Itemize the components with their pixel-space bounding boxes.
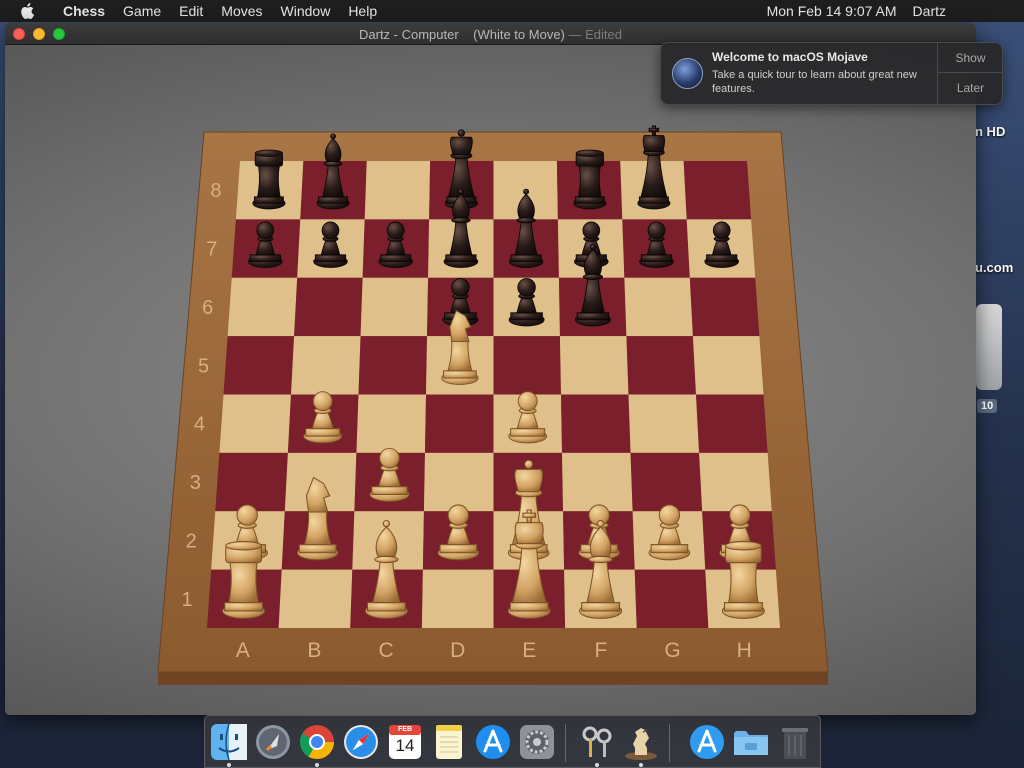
- chess-icon[interactable]: [621, 722, 661, 762]
- board-square[interactable]: [223, 336, 295, 395]
- app-store-download-icon[interactable]: [687, 722, 727, 762]
- file-label: C: [378, 639, 393, 662]
- desktop-item-label-hd[interactable]: n HD: [975, 124, 1005, 139]
- calendar-icon[interactable]: FEB 14: [385, 722, 425, 762]
- board-square[interactable]: [423, 452, 494, 512]
- board-square[interactable]: [360, 277, 429, 337]
- board-square[interactable]: [634, 569, 709, 628]
- dock: FEB 14: [204, 715, 821, 768]
- system-preferences-icon[interactable]: [517, 722, 557, 762]
- launchpad-icon[interactable]: [253, 722, 293, 762]
- desktop-badge: 10: [977, 399, 998, 413]
- board-square[interactable]: [689, 277, 760, 337]
- board-square[interactable]: [626, 336, 696, 395]
- board-square[interactable]: [227, 277, 298, 337]
- board-square[interactable]: [493, 336, 562, 395]
- rank-label: 5: [198, 355, 209, 377]
- chess-running-indicator: [639, 763, 643, 767]
- board-square[interactable]: [696, 394, 768, 453]
- board-frame-edge: [158, 672, 828, 685]
- notification-title: Welcome to macOS Mojave: [712, 50, 868, 64]
- board-square[interactable]: [559, 336, 629, 395]
- rank-label: 7: [206, 239, 217, 261]
- rank-label: 8: [210, 180, 221, 202]
- notification-center-icon[interactable]: [994, 3, 1010, 19]
- menu-game[interactable]: Game: [114, 3, 170, 19]
- menu-bar: Chess Game Edit Moves Window Help Mon Fe…: [0, 0, 1024, 22]
- board-square[interactable]: [356, 394, 426, 453]
- menu-chess[interactable]: Chess: [54, 3, 114, 19]
- board-square[interactable]: [219, 394, 291, 453]
- eject-icon[interactable]: [735, 3, 751, 19]
- window-title-edited: — Edited: [568, 27, 622, 42]
- board-square[interactable]: [624, 277, 693, 337]
- rank-label: 4: [194, 414, 205, 436]
- file-label: F: [595, 639, 608, 662]
- file-label: H: [737, 639, 752, 662]
- dock-separator: [565, 724, 566, 762]
- mojave-icon: [672, 58, 703, 89]
- board-square[interactable]: [364, 161, 431, 220]
- calendar-month: FEB: [398, 726, 412, 733]
- menu-help[interactable]: Help: [339, 3, 386, 19]
- folder-icon[interactable]: [731, 722, 771, 762]
- file-label: A: [236, 639, 250, 662]
- finder-running-indicator: [227, 763, 231, 767]
- board-square[interactable]: [561, 394, 631, 453]
- rank-label: 1: [182, 589, 193, 611]
- apple-menu-icon[interactable]: [20, 3, 34, 19]
- spotlight-search-icon[interactable]: [962, 3, 978, 19]
- board-square[interactable]: [692, 336, 764, 395]
- board-square[interactable]: [699, 452, 772, 512]
- rank-label: 3: [190, 472, 201, 494]
- board-square[interactable]: [628, 394, 700, 453]
- file-label: E: [522, 639, 536, 662]
- window-title-main: Dartz - Computer (White to Move): [359, 27, 565, 42]
- dock-separator: [669, 724, 670, 762]
- file-label: B: [307, 639, 321, 662]
- board-square[interactable]: [215, 452, 288, 512]
- board-square[interactable]: [278, 569, 353, 628]
- menu-edit[interactable]: Edit: [170, 3, 212, 19]
- board-square[interactable]: [562, 452, 633, 512]
- notification-body: Take a quick tour to learn about great n…: [712, 69, 917, 95]
- board-square[interactable]: [424, 394, 494, 453]
- desktop-drive-icon[interactable]: [976, 304, 1002, 390]
- notification-show-button[interactable]: Show: [938, 43, 1003, 73]
- board-square[interactable]: [358, 336, 428, 395]
- keychain-running-indicator: [595, 763, 599, 767]
- menu-window[interactable]: Window: [272, 3, 340, 19]
- calendar-day: 14: [395, 736, 415, 755]
- notification-banner[interactable]: Welcome to macOS Mojave Take a quick tou…: [660, 42, 1003, 105]
- chess-scene: 8 7 6 5 4 3 2 1 A B C D E F G H: [5, 45, 976, 715]
- file-label: D: [450, 639, 465, 662]
- chess-board[interactable]: 8 7 6 5 4 3 2 1 A B C D E F G H: [5, 45, 976, 715]
- rank-label: 2: [186, 530, 197, 552]
- notes-icon[interactable]: [429, 722, 469, 762]
- board-square[interactable]: [294, 277, 363, 337]
- board-square[interactable]: [291, 336, 361, 395]
- chrome-icon[interactable]: [297, 722, 337, 762]
- chess-window: Dartz - Computer (White to Move) — Edite…: [5, 23, 976, 715]
- menubar-clock[interactable]: Mon Feb 14 9:07 AM: [759, 3, 905, 19]
- menu-moves[interactable]: Moves: [212, 3, 271, 19]
- menubar-user[interactable]: Dartz: [905, 3, 954, 19]
- app-store-icon[interactable]: [473, 722, 513, 762]
- board-square[interactable]: [630, 452, 703, 512]
- notification-later-button[interactable]: Later: [938, 73, 1003, 103]
- window-title: Dartz - Computer (White to Move) — Edite…: [5, 27, 976, 42]
- keychain-icon[interactable]: [577, 722, 617, 762]
- file-label: G: [664, 639, 680, 662]
- desktop-item-label-com[interactable]: u.com: [975, 260, 1013, 275]
- safari-icon[interactable]: [341, 722, 381, 762]
- chrome-running-indicator: [315, 763, 319, 767]
- notification-actions: Show Later: [937, 43, 1003, 104]
- rank-label: 6: [202, 297, 213, 319]
- finder-icon[interactable]: [209, 722, 249, 762]
- board-square[interactable]: [683, 161, 752, 220]
- board-square[interactable]: [421, 569, 494, 628]
- trash-icon[interactable]: [775, 722, 815, 762]
